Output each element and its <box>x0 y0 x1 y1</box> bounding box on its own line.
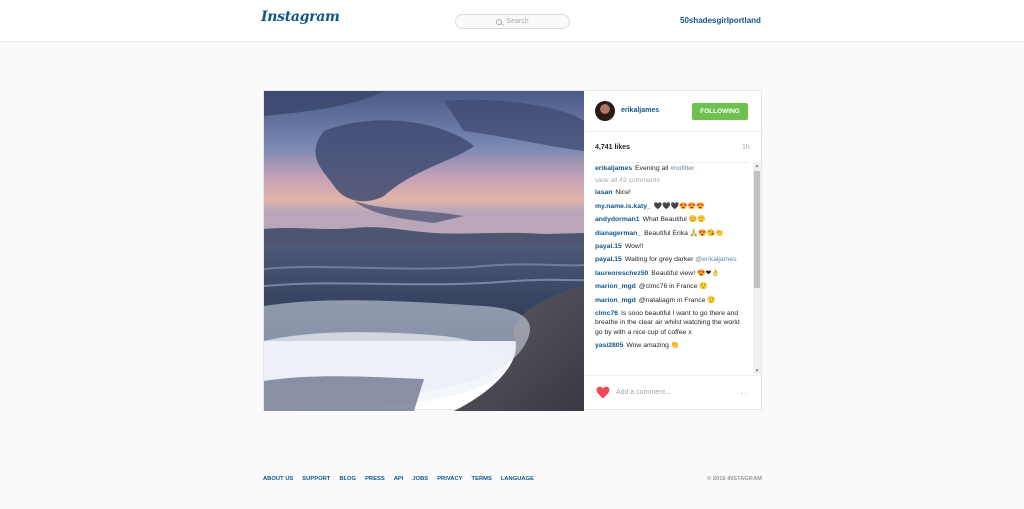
copyright: © 2016 INSTAGRAM <box>706 476 762 482</box>
comment-user[interactable]: clmc76 <box>595 310 618 317</box>
caption-text: Evening all <box>635 165 669 172</box>
heart-icon[interactable] <box>596 386 610 399</box>
comment-user[interactable]: andydorman1 <box>595 216 640 223</box>
comment-item: clmc76 Is sooo beautiful I want to go the… <box>595 309 749 338</box>
comment-item: marion_mgd @clmc76 in France 🙂 <box>595 282 749 292</box>
author-avatar[interactable] <box>595 101 615 121</box>
comment-user[interactable]: marion_mgd <box>595 283 636 290</box>
footer-link-terms[interactable]: TERMS <box>472 476 492 482</box>
search-icon <box>496 18 503 25</box>
scroll-up-arrow-icon[interactable]: ▲ <box>753 162 761 169</box>
comments-list[interactable]: erikaljames Evening all #nofilter view al… <box>595 162 749 372</box>
search-placeholder: Search <box>506 18 529 25</box>
comment-user[interactable]: lasan <box>595 189 612 196</box>
post-card: erikaljames FOLLOWING 4,741 likes 1h eri… <box>263 90 762 411</box>
sunset-beach-image <box>264 91 584 411</box>
more-options-icon[interactable]: ··· <box>736 388 748 398</box>
comment-item: dianagerman_ Beautiful Erika 🙏😍😘👏 <box>595 229 749 239</box>
scroll-down-arrow-icon[interactable]: ▼ <box>753 367 761 374</box>
author-username[interactable]: erikaljames <box>621 107 659 114</box>
comment-text: @clmc76 in France 🙂 <box>638 283 708 291</box>
comment-item: my.name.is.katy_ 🖤🖤🖤😍😍😍 <box>595 202 749 212</box>
add-comment-input[interactable] <box>616 386 726 399</box>
following-button[interactable]: FOLLOWING <box>692 103 748 120</box>
comment-text: What Beautiful 😊🙂 <box>642 216 706 224</box>
comment-item: yasi2805 Wow amazing 👏 <box>595 341 749 351</box>
footer-link-language[interactable]: LANGUAGE <box>501 476 534 482</box>
comment-text: 🖤🖤🖤😍😍😍 <box>653 202 705 210</box>
comment-text: Waiting for grey darker <box>624 256 694 264</box>
comment-user[interactable]: laureoreschez50 <box>595 270 648 277</box>
comment-text: Nice! <box>615 189 631 197</box>
comment-mention[interactable]: @erikaljames <box>695 256 736 263</box>
comment-user[interactable]: yasi2805 <box>595 342 623 349</box>
comment-text: @nataliagm in France 🙂 <box>638 296 716 304</box>
comment-text: Beautiful view! 😍❤👌 <box>651 269 720 277</box>
footer-link-about-us[interactable]: ABOUT US <box>263 476 293 482</box>
post-header: erikaljames FOLLOWING <box>584 91 762 132</box>
footer-link-support[interactable]: SUPPORT <box>302 476 330 482</box>
footer-link-api[interactable]: API <box>394 476 404 482</box>
caption-hashtag[interactable]: #nofilter <box>670 165 694 172</box>
comment-item: andydorman1 What Beautiful 😊🙂 <box>595 215 749 225</box>
footer-link-privacy[interactable]: PRIVACY <box>437 476 462 482</box>
view-all-comments-link[interactable]: view all 42 comments <box>595 177 749 184</box>
comment-user[interactable]: payal.15 <box>595 256 622 263</box>
comment-item: marion_mgd @nataliagm in France 🙂 <box>595 296 749 306</box>
comment-item: payal.15 Waiting for grey darker @erikalj… <box>595 255 749 265</box>
comment-user[interactable]: dianagerman_ <box>595 230 641 237</box>
footer-links: ABOUT US SUPPORT BLOG PRESS API JOBS PRIVACY TE… <box>263 476 534 482</box>
caption-user[interactable]: erikaljames <box>595 165 632 172</box>
profile-link[interactable]: 50shadesgirlportland <box>680 16 761 25</box>
post-age: 1h <box>742 144 750 151</box>
post-sidebar: erikaljames FOLLOWING 4,741 likes 1h eri… <box>584 91 762 409</box>
comment-user[interactable]: my.name.is.katy_ <box>595 203 651 210</box>
comment-text: Wow!! <box>624 242 644 250</box>
caption: erikaljames Evening all #nofilter <box>595 164 749 174</box>
likes-count[interactable]: 4,741 likes <box>595 144 630 151</box>
comment-user[interactable]: payal.15 <box>595 243 622 250</box>
comment-item: lasan Nice! <box>595 188 749 198</box>
footer-link-blog[interactable]: BLOG <box>339 476 356 482</box>
footer-link-jobs[interactable]: JOBS <box>412 476 428 482</box>
scroll-thumb[interactable] <box>754 171 760 288</box>
comment-text: Wow amazing 👏 <box>626 342 680 350</box>
top-navigation-bar: Instagram Search 50shadesgirlportland <box>0 0 1024 42</box>
search-box[interactable]: Search <box>455 14 570 29</box>
comment-item: laureoreschez50 Beautiful view! 😍❤👌 <box>595 269 749 279</box>
footer: ABOUT US SUPPORT BLOG PRESS API JOBS PRIVACY TE… <box>263 476 762 482</box>
footer-link-press[interactable]: PRESS <box>365 476 385 482</box>
comment-text: Beautiful Erika 🙏😍😘👏 <box>644 229 724 237</box>
comment-user[interactable]: marion_mgd <box>595 297 636 304</box>
instagram-logo[interactable]: Instagram <box>261 9 340 25</box>
add-comment-row: ··· <box>584 375 762 409</box>
comment-item: payal.15 Wow!! <box>595 242 749 252</box>
comments-scrollbar[interactable]: ▲ ▼ <box>753 162 761 374</box>
post-photo[interactable] <box>264 91 584 411</box>
